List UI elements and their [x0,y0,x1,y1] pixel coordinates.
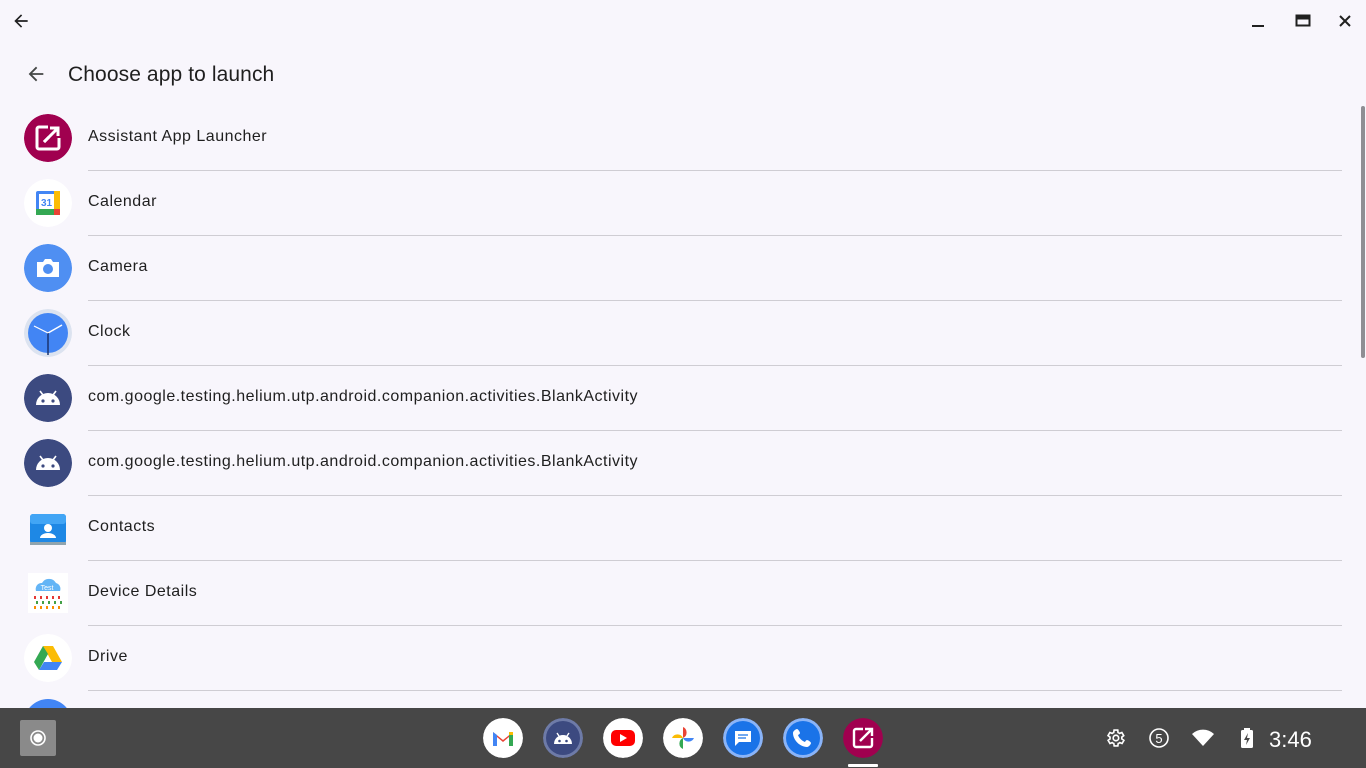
app-label: Clock [88,323,131,340]
app-bar: Choose app to launch [0,50,1366,102]
minimize-button[interactable] [1243,6,1273,36]
wifi-tray-button[interactable] [1191,726,1215,750]
shelf-phone[interactable] [783,718,823,758]
assistant-launcher-icon [24,114,72,162]
list-item-drive[interactable]: Drive [0,626,1360,691]
clock-icon [24,309,72,357]
app-label: Calendar [88,193,157,210]
battery-charging-icon [1241,728,1253,748]
close-icon [1339,15,1351,27]
app-label: Assistant App Launcher [88,128,268,145]
notification-count-badge[interactable]: 5 [1147,726,1171,750]
arrow-left-icon [28,66,44,82]
window-back-button[interactable] [6,6,36,36]
contacts-icon [24,504,72,552]
app-label: Camera [88,258,148,275]
page-title: Choose app to launch [68,63,275,86]
messages-icon [723,718,763,758]
camera-icon [24,244,72,292]
shelf-messages[interactable] [723,718,763,758]
arrow-left-icon [14,14,28,28]
maximize-button[interactable] [1288,6,1318,36]
app-label: com.google.testing.helium.utp.android.co… [88,453,639,470]
app-label: Device Details [88,583,198,600]
list-item-assistant-app-launcher[interactable]: Assistant App Launcher [0,106,1360,171]
app-list: Assistant App Launcher 31 Calendar Camer… [0,106,1360,708]
android-icon [24,374,72,422]
android-icon [24,439,72,487]
assistant-launcher-icon [843,718,883,758]
battery-tray-button[interactable] [1235,726,1259,750]
shelf-photos[interactable] [663,718,703,758]
header-back-button[interactable] [21,59,51,89]
partial-app-icon [24,699,72,708]
shelf-assistant-launcher[interactable] [843,718,883,758]
settings-tray-button[interactable] [1103,726,1127,750]
svg-text:31: 31 [41,198,53,209]
list-item-blank-activity[interactable]: com.google.testing.helium.utp.android.co… [0,366,1360,431]
shelf-youtube[interactable] [603,718,643,758]
list-item-device-details[interactable]: Test Device Details [0,561,1360,626]
shelf-gmail[interactable] [483,718,523,758]
youtube-icon [603,718,643,758]
gmail-icon [483,718,523,758]
active-app-indicator [848,764,878,767]
taskbar: 5 3:46 [0,708,1366,768]
svg-text:Test: Test [41,585,54,592]
launcher-button[interactable] [20,720,56,756]
window-titlebar [0,0,1366,42]
notification-count: 5 [1155,730,1163,746]
close-button[interactable] [1330,6,1360,36]
drive-icon [24,634,72,682]
shelf-android[interactable] [543,718,583,758]
app-label: Contacts [88,518,156,535]
list-item-partial[interactable] [0,691,1360,708]
phone-icon [783,718,823,758]
list-item-clock[interactable]: Clock [0,301,1360,366]
app-label: Drive [88,648,128,665]
list-item-camera[interactable]: Camera [0,236,1360,301]
minimize-icon [1252,25,1264,27]
android-icon [543,718,583,758]
list-item-contacts[interactable]: Contacts [0,496,1360,561]
wifi-icon [1192,729,1214,746]
photos-icon [663,718,703,758]
app-label: com.google.testing.helium.utp.android.co… [88,388,639,405]
gear-icon [1106,729,1125,747]
clock-time[interactable]: 3:46 [1269,727,1312,753]
list-item-blank-activity[interactable]: com.google.testing.helium.utp.android.co… [0,431,1360,496]
calendar-icon: 31 [24,179,72,227]
scrollbar[interactable] [1361,106,1365,358]
device-details-icon: Test [24,569,72,617]
list-item-calendar[interactable]: 31 Calendar [0,171,1360,236]
maximize-icon [1295,14,1311,27]
launcher-circle-icon [30,730,46,746]
